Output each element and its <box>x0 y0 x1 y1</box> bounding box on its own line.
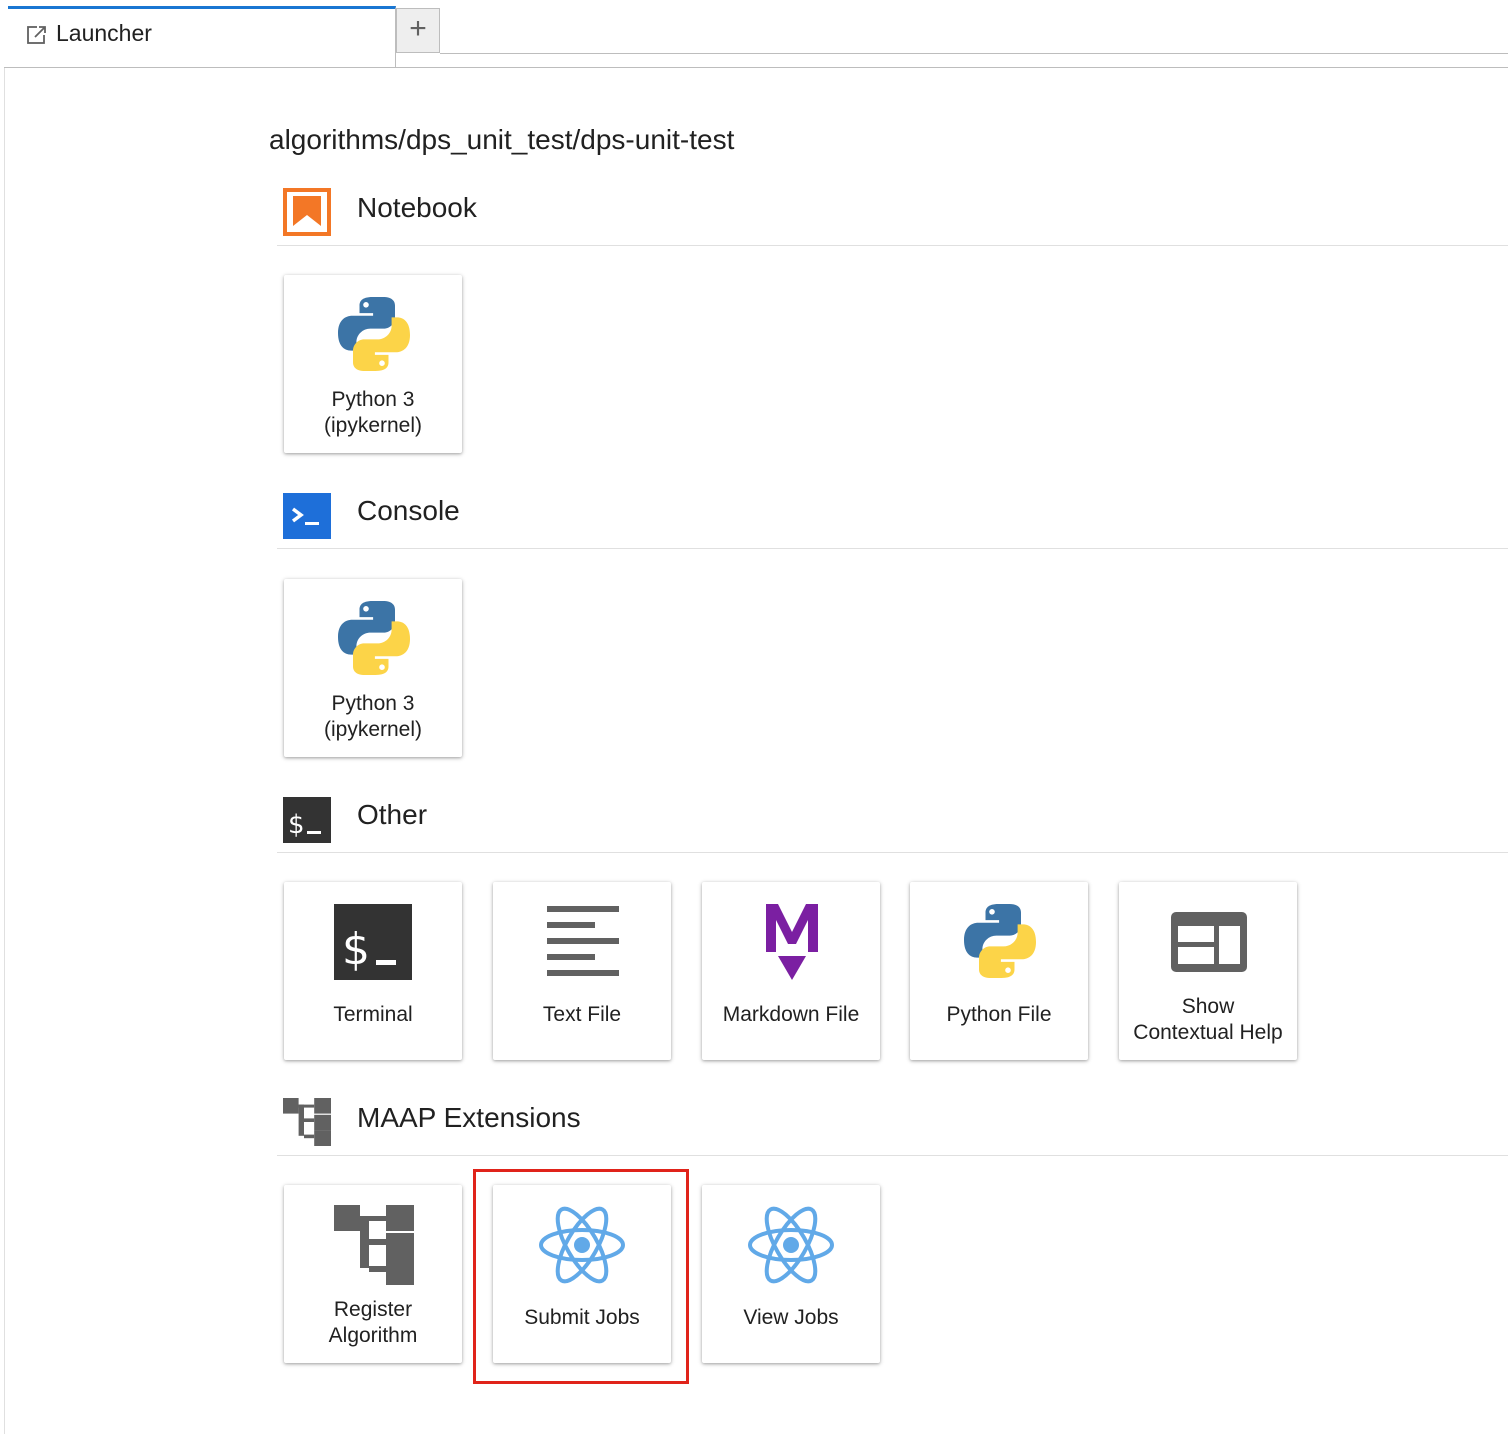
launcher-card-notebook-python3[interactable]: Python 3 (ipykernel) <box>284 275 462 453</box>
section-maap-header: MAAP Extensions <box>277 1098 1508 1158</box>
section-divider <box>277 245 1508 246</box>
launcher-cwd-path: algorithms/dps_unit_test/dps-unit-test <box>269 124 735 155</box>
launcher-card-view-jobs[interactable]: View Jobs <box>702 1185 880 1363</box>
section-title: Other <box>357 799 428 830</box>
launcher-card-contextual-help[interactable]: Show Contextual Help <box>1119 882 1297 1060</box>
card-label: Markdown File <box>722 1003 860 1026</box>
card-label: Python 3 (ipykernel) <box>323 388 423 437</box>
svg-text:$: $ <box>342 924 370 975</box>
card-label: View Jobs <box>743 1306 839 1329</box>
svg-text:$: $ <box>288 810 305 840</box>
section-divider <box>277 1155 1508 1156</box>
section-divider <box>277 548 1508 549</box>
contextual-help-icon <box>1171 912 1247 972</box>
section-title: Console <box>357 495 460 526</box>
add-tab-button[interactable]: + <box>396 8 440 53</box>
card-label: Show Contextual Help <box>1133 995 1283 1044</box>
launcher-card-python-file[interactable]: Python File <box>910 882 1088 1060</box>
launch-icon <box>27 25 47 44</box>
python-logo-icon <box>334 295 414 375</box>
card-label: Register Algorithm <box>328 1298 418 1347</box>
section-notebook-header: Notebook <box>277 188 1508 248</box>
launcher-card-markdown-file[interactable]: Markdown File <box>702 882 880 1060</box>
card-label: Text File <box>542 1003 622 1026</box>
launcher-card-terminal[interactable]: $ Terminal <box>284 882 462 1060</box>
section-divider <box>277 852 1508 853</box>
tab-bar: Launcher + <box>4 0 1508 68</box>
card-label: Terminal <box>333 1003 413 1026</box>
algorithm-tree-icon <box>283 1098 331 1146</box>
card-label: Python File <box>946 1003 1052 1026</box>
tab-label: Launcher <box>56 20 152 46</box>
python-logo-icon <box>334 599 414 679</box>
section-title: Notebook <box>357 192 477 223</box>
console-icon <box>283 493 331 539</box>
python-logo-icon <box>960 902 1040 982</box>
launcher-card-register-algorithm[interactable]: Register Algorithm <box>284 1185 462 1363</box>
tab-launcher[interactable]: Launcher <box>8 6 396 68</box>
submit-jobs-highlight-box <box>473 1169 689 1384</box>
section-title: MAAP Extensions <box>357 1102 581 1133</box>
section-console-header: Console <box>277 491 1508 551</box>
section-other-header: $ Other <box>277 795 1508 855</box>
tab-bar-strip <box>440 0 1508 54</box>
launcher-card-console-python3[interactable]: Python 3 (ipykernel) <box>284 579 462 757</box>
text-file-icon <box>547 906 619 976</box>
launcher-card-text-file[interactable]: Text File <box>493 882 671 1060</box>
algorithm-tree-icon <box>334 1205 414 1285</box>
markdown-icon <box>766 904 818 980</box>
terminal-icon: $ <box>283 797 331 843</box>
react-atom-icon <box>746 1205 836 1285</box>
card-label: Python 3 (ipykernel) <box>323 692 423 741</box>
terminal-icon: $ <box>334 904 412 980</box>
tab-bar-divider <box>4 67 1508 68</box>
panel-left-border <box>4 68 5 1434</box>
notebook-icon <box>283 188 331 236</box>
